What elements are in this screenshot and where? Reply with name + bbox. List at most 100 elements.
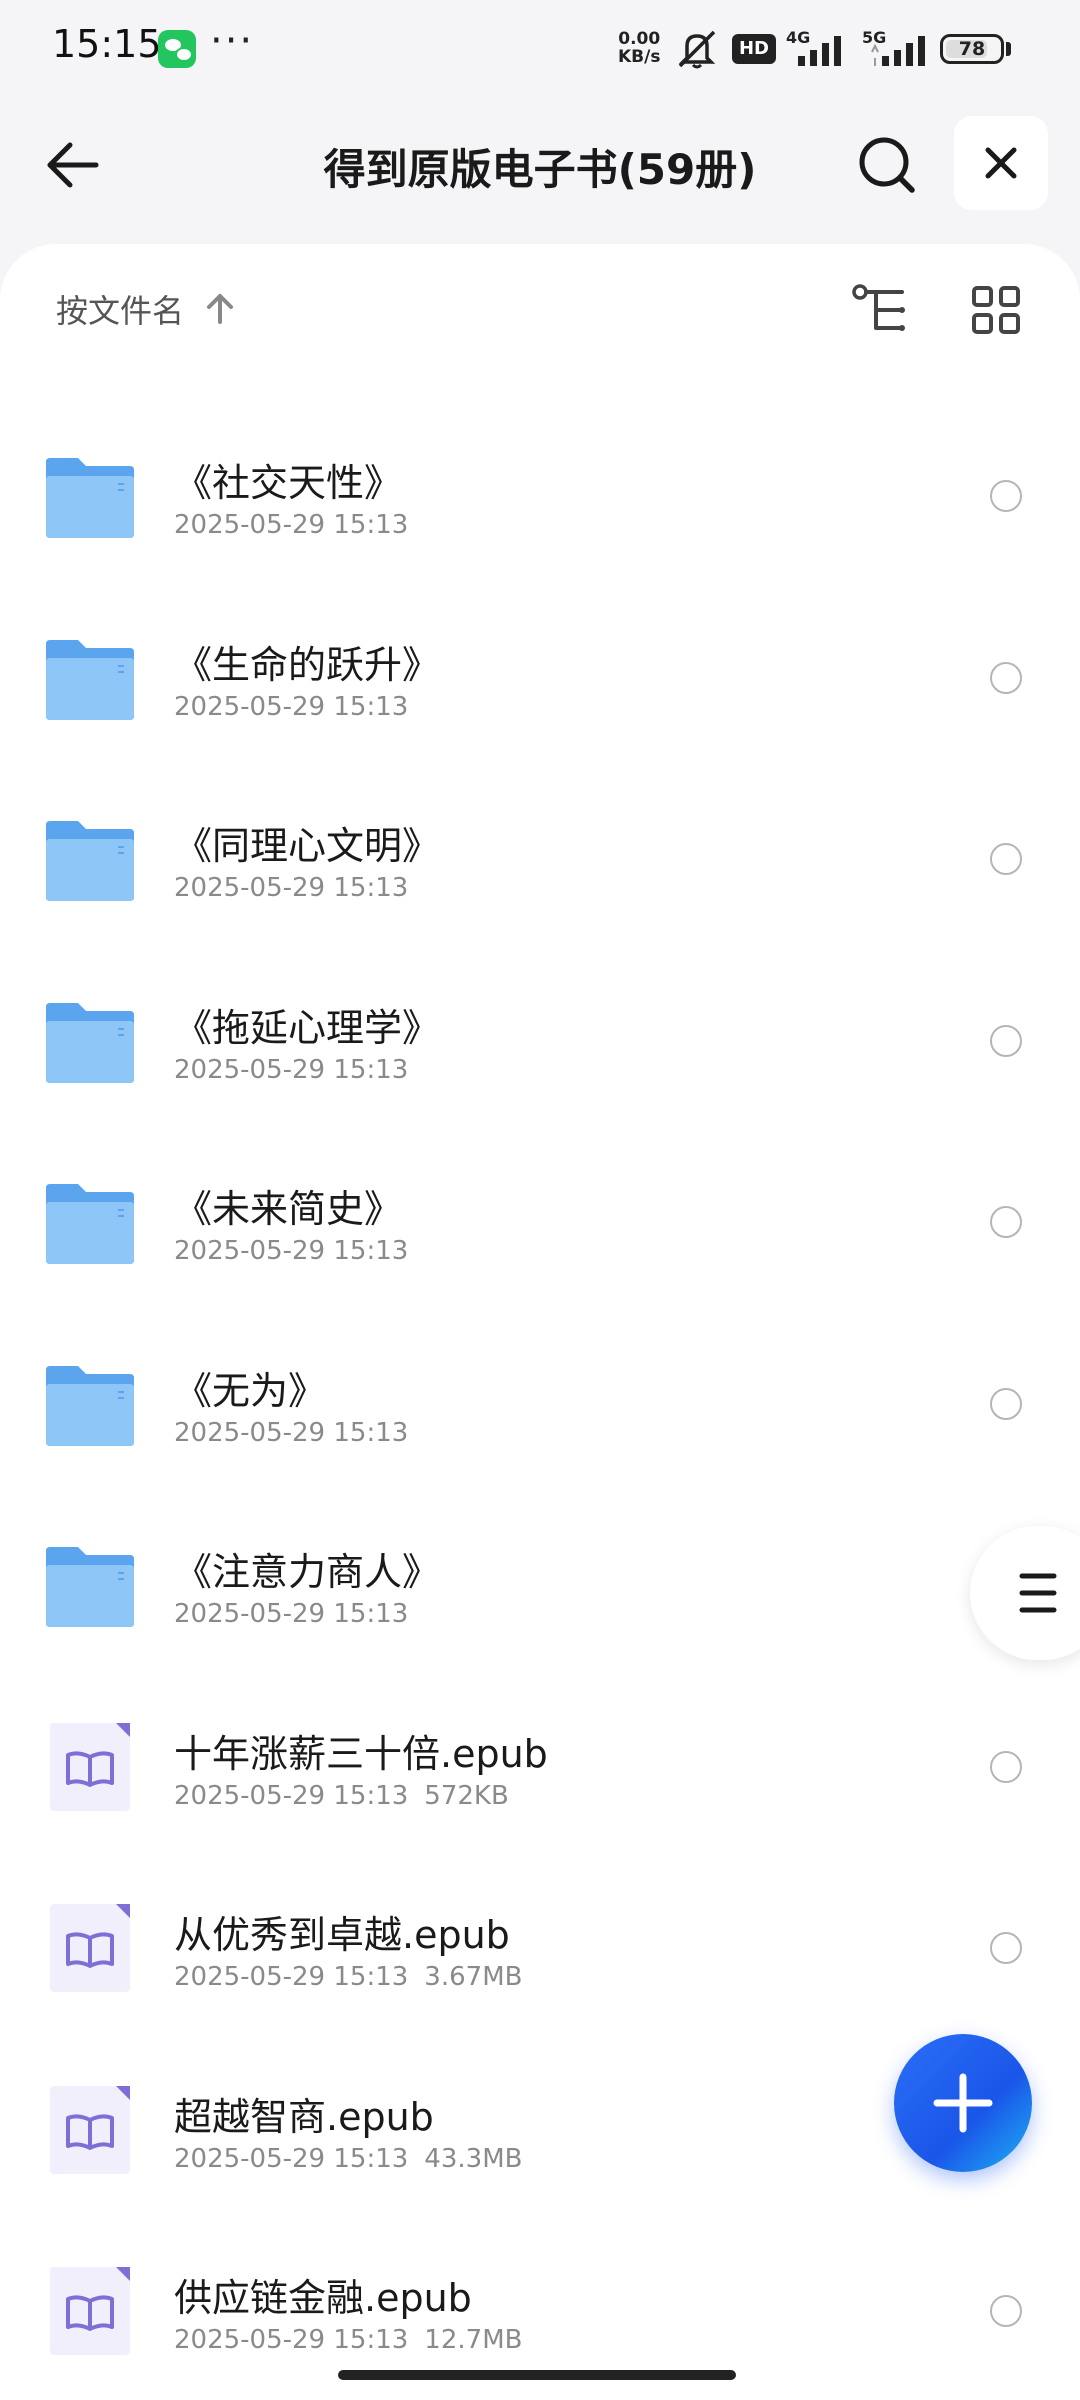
file-date: 2025-05-29 15:13: [174, 1962, 409, 1992]
select-checkbox[interactable]: [990, 480, 1022, 512]
battery-tip: [1006, 42, 1011, 56]
folder-icon: [44, 632, 136, 724]
book-icon: [44, 2084, 136, 2176]
book-icon: [44, 1902, 136, 1994]
file-meta: 2025-05-29 15:13 572KB: [174, 1781, 509, 1811]
folder-icon: [44, 1539, 136, 1631]
tree-view-button[interactable]: [850, 282, 910, 338]
folder-row[interactable]: 《拖延心理学》 2025-05-29 15:13: [0, 959, 1080, 1141]
folder-row[interactable]: 《同理心文明》 2025-05-29 15:13: [0, 777, 1080, 959]
close-icon: [985, 147, 1017, 179]
select-checkbox[interactable]: [990, 1206, 1022, 1238]
status-bar: 15:15 ··· 0.00 KB/s HD 4G 5G 78: [0, 0, 1080, 96]
file-date: 2025-05-29 15:13: [174, 1236, 409, 1266]
tree-view-icon: [852, 284, 905, 331]
battery-indicator: 78: [940, 34, 1004, 64]
file-name: 十年涨薪三十倍.epub: [174, 1731, 548, 1776]
folder-icon: [44, 995, 136, 1087]
file-meta: 2025-05-29 15:13 12.7MB: [174, 2325, 522, 2355]
file-meta: 2025-05-29 15:13: [174, 1236, 424, 1266]
grid-view-icon: [972, 286, 1020, 334]
file-date: 2025-05-29 15:13: [174, 2325, 409, 2355]
back-button[interactable]: [40, 130, 110, 200]
file-meta: 2025-05-29 15:13 3.67MB: [174, 1962, 522, 1992]
wechat-notification-icon: [158, 30, 196, 68]
network-speed-unit: KB/s: [618, 47, 661, 67]
file-name: 《未来简史》: [174, 1187, 403, 1231]
add-button[interactable]: [894, 2034, 1032, 2172]
file-date: 2025-05-29 15:13: [174, 691, 409, 722]
folder-row[interactable]: 《未来简史》 2025-05-29 15:13: [0, 1140, 1080, 1322]
search-button[interactable]: [852, 130, 922, 200]
title-bar: 得到原版电子书(59册): [0, 110, 1080, 220]
file-name: 《拖延心理学》: [174, 1005, 441, 1050]
file-row[interactable]: 从优秀到卓越.epub 2025-05-29 15:13 3.67MB: [0, 1866, 1080, 2048]
folder-icon: [44, 450, 136, 542]
file-meta: 2025-05-29 15:13 43.3MB: [174, 2144, 522, 2174]
signal-bars-1-icon: [798, 36, 841, 66]
folder-row[interactable]: 《社交天性》 2025-05-29 15:13: [0, 414, 1080, 596]
status-time: 15:15: [52, 22, 162, 66]
file-date: 2025-05-29 15:13: [174, 1054, 409, 1085]
folder-row[interactable]: 《注意力商人》 2025-05-29 15:13: [0, 1503, 1080, 1685]
file-name: 《生命的跃升》: [174, 642, 441, 687]
file-size: 572KB: [424, 1780, 509, 1811]
grid-view-button[interactable]: [968, 282, 1024, 338]
select-checkbox[interactable]: [990, 2295, 1022, 2327]
file-name: 超越智商.epub: [174, 2094, 434, 2139]
file-meta: 2025-05-29 15:13: [174, 1055, 424, 1085]
file-meta: 2025-05-29 15:13: [174, 1418, 424, 1448]
select-checkbox[interactable]: [990, 1932, 1022, 1964]
home-indicator[interactable]: [338, 2370, 736, 2380]
file-size: 43.3MB: [424, 2143, 523, 2174]
network-speed-value: 0.00: [618, 29, 661, 49]
file-date: 2025-05-29 15:13: [174, 2143, 409, 2174]
file-name: 《社交天性》: [174, 461, 403, 505]
folder-icon: [44, 1358, 136, 1450]
select-checkbox[interactable]: [990, 1024, 1022, 1057]
close-button[interactable]: [954, 116, 1048, 210]
select-checkbox[interactable]: [990, 843, 1022, 875]
file-date: 2025-05-29 15:13: [174, 1599, 409, 1629]
file-date: 2025-05-29 15:13: [174, 1780, 409, 1811]
plus-icon: [933, 2073, 993, 2133]
arrow-left-icon: [47, 142, 99, 188]
side-menu-button[interactable]: [970, 1526, 1080, 1660]
file-name: 《无为》: [174, 1368, 327, 1413]
book-icon: [44, 1721, 136, 1813]
file-meta: 2025-05-29 15:13: [174, 873, 424, 903]
file-size: 3.67MB: [424, 1962, 523, 1992]
arrow-up-icon[interactable]: [200, 288, 240, 328]
file-name: 从优秀到卓越.epub: [174, 1913, 510, 1957]
network-speed: 0.00 KB/s: [618, 30, 660, 66]
file-meta: 2025-05-29 15:13: [174, 510, 424, 540]
file-name: 《注意力商人》: [174, 1550, 441, 1594]
battery-level: 78: [958, 38, 986, 60]
folder-icon: [44, 1176, 136, 1268]
select-checkbox[interactable]: [990, 661, 1022, 694]
file-name: 供应链金融.epub: [174, 2276, 472, 2320]
file-date: 2025-05-29 15:13: [174, 1417, 409, 1448]
sort-by-name-button[interactable]: 按文件名: [56, 286, 184, 332]
menu-icon: [1019, 1573, 1057, 1613]
sort-bar: 按文件名: [0, 244, 1080, 374]
file-date: 2025-05-29 15:13: [174, 873, 409, 903]
page-title: 得到原版电子书(59册): [323, 145, 757, 194]
file-row[interactable]: 十年涨薪三十倍.epub 2025-05-29 15:13 572KB: [0, 1685, 1080, 1867]
file-size: 12.7MB: [424, 2325, 523, 2355]
file-name: 《同理心文明》: [174, 824, 441, 868]
signal-bars-2-icon: [871, 36, 925, 66]
mute-icon: [678, 30, 716, 69]
more-notifications-icon: ···: [210, 18, 255, 64]
file-meta: 2025-05-29 15:13: [174, 1599, 424, 1629]
folder-row[interactable]: 《生命的跃升》 2025-05-29 15:13: [0, 596, 1080, 778]
file-meta: 2025-05-29 15:13: [174, 692, 424, 722]
search-icon: [859, 137, 915, 193]
file-browser-screen: 15:15 ··· 0.00 KB/s HD 4G 5G 78 得到原版电子书(…: [0, 0, 1080, 2400]
file-date: 2025-05-29 15:13: [174, 510, 409, 540]
select-checkbox[interactable]: [990, 1387, 1022, 1420]
book-icon: [44, 2265, 136, 2357]
select-checkbox[interactable]: [990, 1750, 1022, 1783]
folder-row[interactable]: 《无为》 2025-05-29 15:13: [0, 1322, 1080, 1504]
folder-icon: [44, 813, 136, 905]
